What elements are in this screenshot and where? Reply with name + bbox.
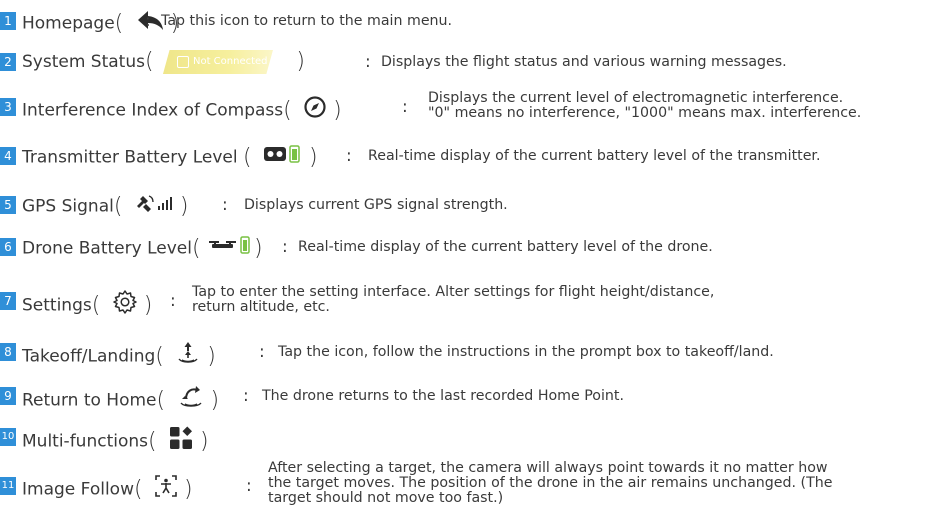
item-transmitter-battery: 4 Transmitter Battery Level ( ) : Real-t… (0, 144, 939, 170)
item-description: Tap the icon, follow the instructions in… (278, 344, 774, 360)
item-drone-battery: 6 Drone Battery Level( ) : Real-time dis… (0, 235, 939, 261)
item-description: Real-time display of the current battery… (368, 148, 821, 164)
item-number: 5 (0, 196, 16, 214)
drone-battery-icon (208, 235, 252, 262)
item-description: Displays the current level of electromag… (428, 90, 862, 121)
item-number: 10 (0, 428, 16, 446)
transmitter-battery-icon (263, 144, 303, 171)
item-title: Image Follow (22, 479, 134, 500)
item-description: Displays the flight status and various w… (381, 54, 787, 70)
item-description: Tap this icon to return to the main menu… (161, 13, 453, 29)
item-number: 6 (0, 238, 16, 256)
item-title: Drone Battery Level (22, 238, 192, 259)
item-settings: 7 Settings( ) : Tap to enter the setting… (0, 285, 939, 317)
item-title: GPS Signal (22, 196, 114, 217)
multi-functions-icon (168, 425, 194, 458)
item-takeoff-landing: 8 Takeoff/Landing( ) : Tap the icon, fol… (0, 340, 939, 368)
item-image-follow: 11 Image Follow( ) : After selecting a t… (0, 460, 833, 506)
item-number: 9 (0, 387, 16, 405)
item-title: Return to Home (22, 390, 157, 411)
compass-icon (303, 95, 327, 126)
item-homepage: 1 Homepage( ) : Tap this icon to return … (0, 9, 939, 35)
gps-signal-icon (134, 193, 174, 220)
item-number: 1 (0, 12, 16, 30)
item-compass-interference: 3 Interference Index of Compass( ) : Dis… (0, 91, 939, 122)
status-badge: Not Connected (162, 50, 273, 74)
item-number: 2 (0, 53, 16, 71)
item-system-status: 2 System Status( Not Connected ) : Displ… (0, 50, 939, 76)
image-follow-icon (154, 474, 178, 505)
item-description: Displays current GPS signal strength. (244, 197, 508, 213)
return-home-icon (177, 384, 205, 417)
item-title: Multi-functions (22, 431, 148, 452)
item-number: 4 (0, 147, 16, 165)
item-number: 11 (0, 477, 16, 495)
item-number: 8 (0, 343, 16, 361)
item-title: Interference Index of Compass (22, 100, 284, 121)
gear-icon (112, 289, 138, 322)
item-multi-functions: 10 Multi-functions( ) (0, 425, 939, 453)
item-title: Transmitter Battery Level (22, 147, 238, 168)
item-number: 3 (0, 98, 16, 116)
item-description: Tap to enter the setting interface. Alte… (192, 284, 715, 315)
item-title: Homepage (22, 13, 115, 34)
item-return-to-home: 9 Return to Home( ) : The drone returns … (0, 384, 939, 412)
item-number: 7 (0, 292, 16, 310)
item-description: Real-time display of the current battery… (298, 239, 713, 255)
item-description: The drone returns to the last recorded H… (262, 388, 624, 404)
item-description: After selecting a target, the camera wil… (268, 460, 833, 506)
item-title: Takeoff/Landing (22, 346, 156, 367)
item-gps-signal: 5 GPS Signal( ) : Displays current GPS s… (0, 193, 939, 219)
takeoff-landing-icon (175, 340, 201, 373)
item-title: Settings (22, 295, 92, 316)
item-title: System Status (22, 52, 145, 72)
